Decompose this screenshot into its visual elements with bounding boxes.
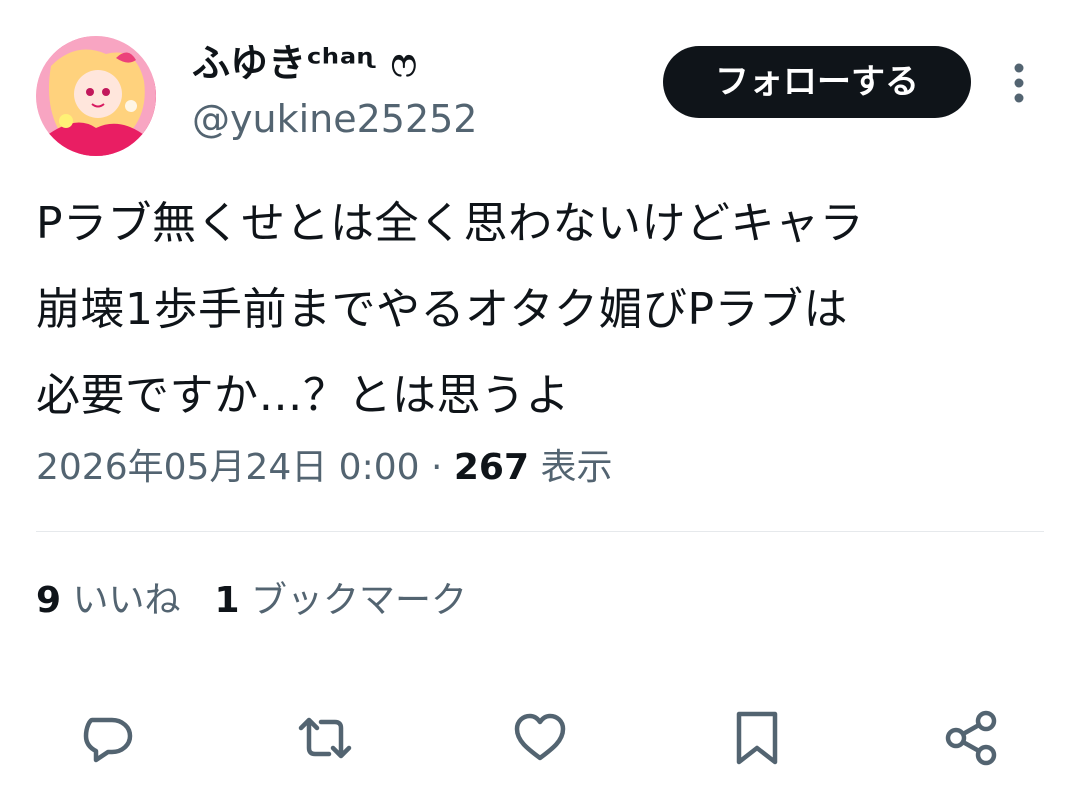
avatar[interactable] <box>36 36 156 156</box>
tweet-text-line: Pラブ無くせとは全く思わないけどキャラ <box>36 198 865 249</box>
meta-separator: · <box>419 447 454 488</box>
views-label: 表示 <box>529 447 613 488</box>
divider <box>36 531 1044 532</box>
bookmarks-stat[interactable]: 1 ブックマーク <box>215 580 468 621</box>
likes-stat[interactable]: 9 いいね <box>36 580 181 621</box>
tweet-timestamp[interactable]: 2026年05月24日 0:00 <box>36 447 420 488</box>
retweet-icon[interactable] <box>295 708 355 768</box>
likes-label: いいね <box>61 580 181 621</box>
avatar-illustration <box>36 36 156 156</box>
author-handle[interactable]: @yukine25252 <box>192 94 477 144</box>
bookmarks-label: ブックマーク <box>239 580 468 621</box>
author-display-name[interactable]: ふゆきᶜʰᵃᶯ ෆ <box>192 38 417 88</box>
tweet-meta: 2026年05月24日 0:00 · 267 表示 <box>36 440 612 496</box>
tweet-text-line: 必要ですか…？とは思うよ <box>36 370 570 421</box>
likes-count: 9 <box>36 580 62 621</box>
tweet-text: Pラブ無くせとは全く思わないけどキャラ 崩壊1歩手前までやるオタク媚びPラブは … <box>36 181 1046 439</box>
views-count: 267 <box>453 447 530 488</box>
tweet-text-line: 崩壊1歩手前までやるオタク媚びPラブは <box>36 284 849 335</box>
bookmark-icon[interactable] <box>727 708 787 768</box>
bookmarks-count: 1 <box>214 580 240 621</box>
tweet-stats: 9 いいね 1 ブックマーク <box>36 573 467 629</box>
follow-button[interactable]: フォローする <box>663 46 971 118</box>
share-icon[interactable] <box>942 708 1002 768</box>
like-icon[interactable] <box>510 708 570 768</box>
reply-icon[interactable] <box>78 708 138 768</box>
more-options-icon[interactable] <box>1004 58 1034 108</box>
